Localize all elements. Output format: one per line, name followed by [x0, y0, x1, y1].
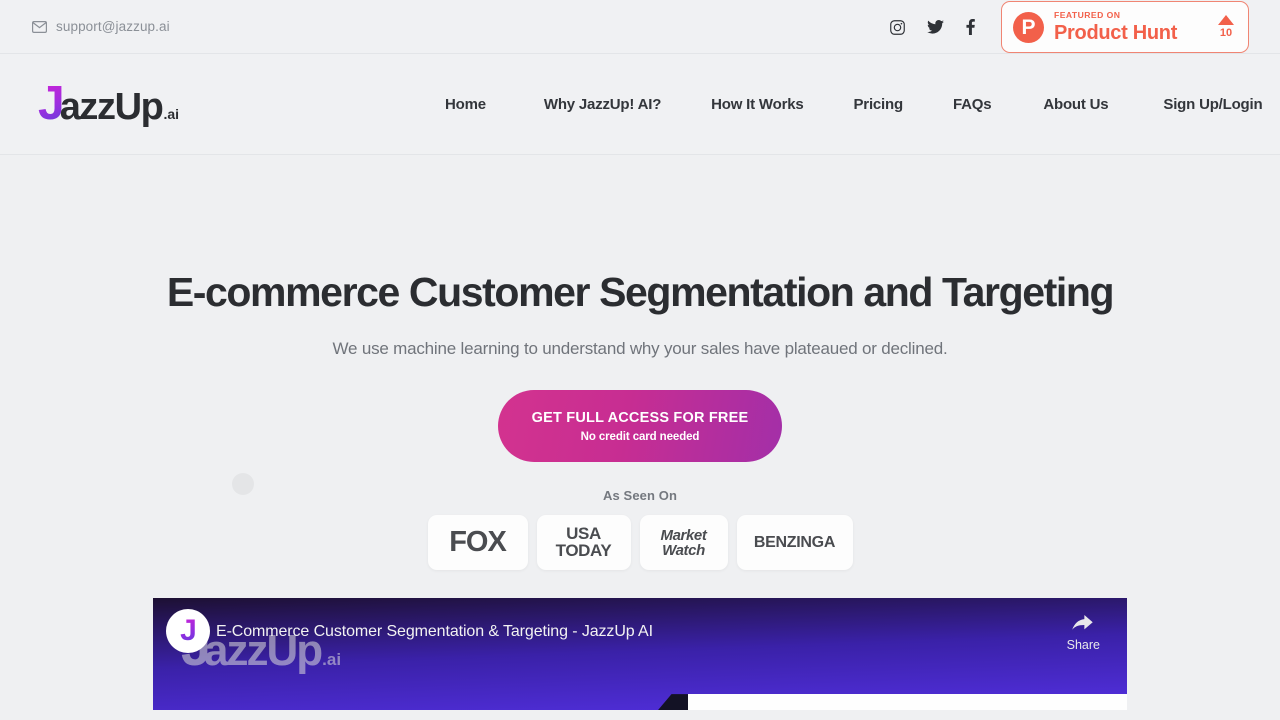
- video-progress-bar[interactable]: [688, 694, 1127, 711]
- logo-word: azzUp: [59, 86, 164, 128]
- video-control-corner: [658, 694, 688, 711]
- product-hunt-badge[interactable]: P FEATURED ON Product Hunt 10: [1001, 1, 1249, 53]
- hero-section: E-commerce Customer Segmentation and Tar…: [0, 269, 1280, 711]
- mw-line2: Watch: [662, 541, 705, 559]
- video-share-label: Share: [1066, 638, 1100, 653]
- press-logo-row: FOX USA TODAY Market Watch BENZINGA: [0, 515, 1280, 571]
- cta-label: GET FULL ACCESS FOR FREE: [531, 409, 749, 426]
- share-arrow-icon: [1072, 615, 1094, 630]
- press-logo-market-watch[interactable]: Market Watch: [639, 515, 728, 571]
- social-links: [890, 19, 975, 35]
- decorative-circle: [232, 473, 254, 495]
- page-title: E-commerce Customer Segmentation and Tar…: [166, 269, 1115, 315]
- hero-subtitle: We use machine learning to understand wh…: [332, 339, 948, 359]
- watermark-suffix: .ai: [322, 650, 342, 670]
- press-logo-benzinga[interactable]: BENZINGA: [736, 515, 853, 571]
- nav-item-why-jazzup-ai[interactable]: Why JazzUp! AI?: [544, 96, 661, 113]
- press-logo-benzinga-text: BENZINGA: [753, 533, 836, 551]
- product-hunt-text: FEATURED ON Product Hunt: [1054, 11, 1208, 43]
- topbar-right-group: P FEATURED ON Product Hunt 10: [890, 0, 1280, 54]
- video-share-button[interactable]: Share: [1067, 615, 1100, 652]
- nav-item-pricing[interactable]: Pricing: [854, 96, 904, 113]
- video-avatar-letter: J: [180, 614, 197, 648]
- press-logo-usa-today-text: USA TODAY: [555, 525, 612, 560]
- get-full-access-button[interactable]: GET FULL ACCESS FOR FREE No credit card …: [498, 390, 782, 463]
- product-hunt-upvote[interactable]: 10: [1218, 15, 1236, 39]
- nav-item-how-it-works[interactable]: How It Works: [711, 96, 804, 113]
- upvote-triangle-icon: [1218, 15, 1234, 25]
- product-hunt-name: Product Hunt: [1054, 21, 1178, 44]
- mail-icon: [32, 20, 47, 33]
- site-header: J azzUp .ai Home Why JazzUp! AI? How It …: [0, 54, 1280, 155]
- press-logo-usa-today[interactable]: USA TODAY: [536, 515, 631, 571]
- facebook-icon[interactable]: [966, 19, 975, 35]
- nav-item-about-us[interactable]: About Us: [1043, 96, 1108, 113]
- site-logo[interactable]: J azzUp .ai: [38, 80, 179, 128]
- cta-sublabel: No credit card needed: [580, 430, 700, 443]
- press-logo-fox-text: FOX: [449, 526, 507, 559]
- product-hunt-featured-label: FEATURED ON: [1054, 10, 1121, 21]
- nav-item-faqs[interactable]: FAQs: [953, 96, 992, 113]
- video-channel-avatar[interactable]: J: [166, 609, 210, 654]
- nav-item-signup-login[interactable]: Sign Up/Login: [1163, 96, 1262, 113]
- support-email-text: support@jazzup.ai: [56, 19, 170, 34]
- product-hunt-logo-icon: P: [1013, 11, 1044, 43]
- main-navigation: Home Why JazzUp! AI? How It Works Pricin…: [430, 96, 1280, 113]
- upvote-count: 10: [1219, 27, 1233, 39]
- video-title[interactable]: E-Commerce Customer Segmentation & Targe…: [216, 623, 653, 641]
- support-email[interactable]: support@jazzup.ai: [32, 19, 170, 34]
- video-player[interactable]: J azzUp .ai J E-Commerce Customer Segmen…: [153, 598, 1127, 711]
- instagram-icon[interactable]: [890, 19, 905, 35]
- press-logo-market-watch-text: Market Watch: [661, 528, 707, 558]
- press-logo-fox[interactable]: FOX: [427, 515, 528, 571]
- twitter-icon[interactable]: [927, 20, 944, 34]
- cta-container: GET FULL ACCESS FOR FREE No credit card …: [0, 390, 1280, 463]
- nav-item-home[interactable]: Home: [445, 96, 486, 113]
- logo-suffix: .ai: [163, 106, 180, 122]
- as-seen-on-label: As Seen On: [603, 488, 677, 504]
- top-utility-bar: support@jazzup.ai P FEATURED ON Product …: [0, 0, 1280, 54]
- usa-line2: TODAY: [555, 540, 612, 560]
